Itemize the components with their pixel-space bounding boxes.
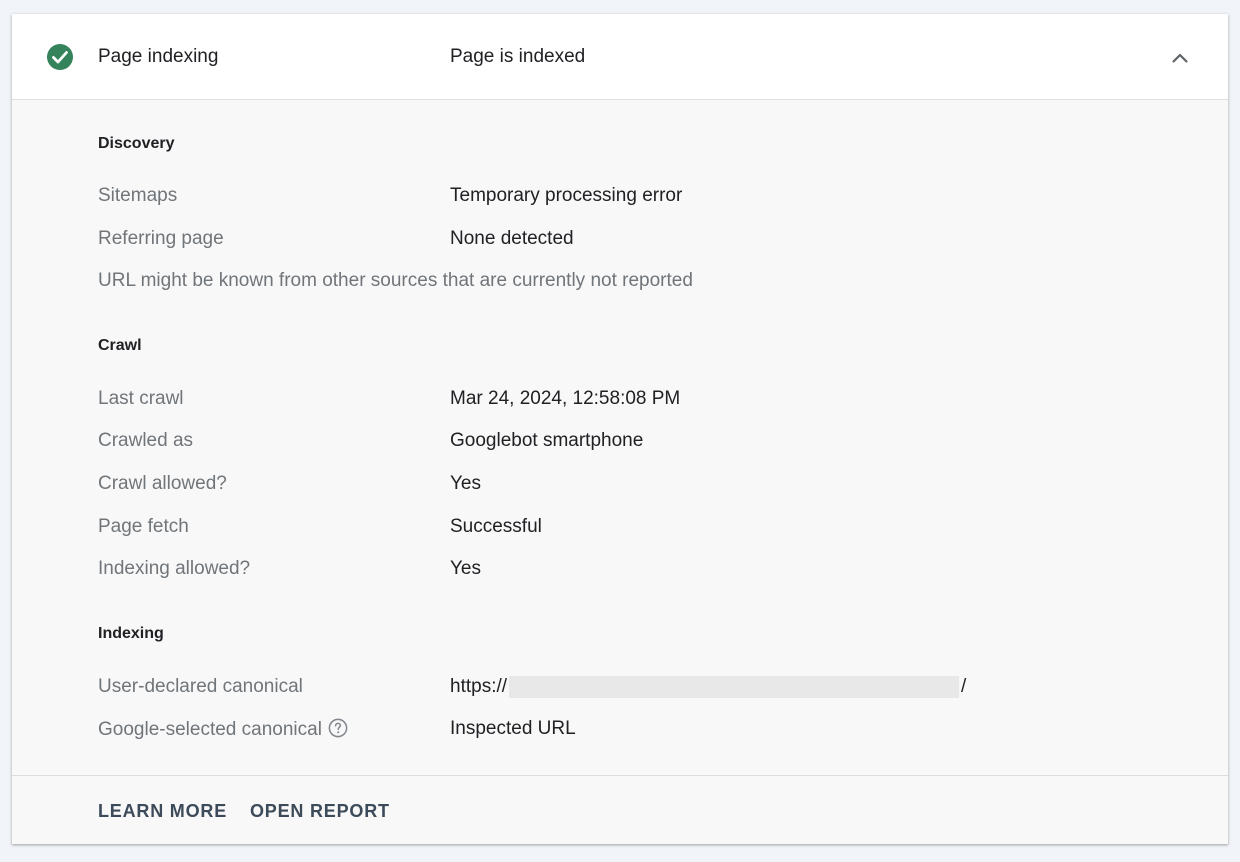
last-crawl-value: Mar 24, 2024, 12:58:08 PM bbox=[450, 388, 681, 409]
section-title-discovery: Discovery bbox=[98, 135, 175, 152]
discovery-note: URL might be known from other sources th… bbox=[98, 270, 693, 291]
chevron-up-icon[interactable] bbox=[1166, 44, 1194, 72]
crawled-as-label: Crawled as bbox=[98, 430, 194, 451]
crawl-allowed-value: Yes bbox=[450, 473, 481, 494]
user-canonical-label: User-declared canonical bbox=[98, 676, 303, 697]
google-canonical-label: Google-selected canonical bbox=[98, 719, 322, 740]
page-fetch-value: Successful bbox=[450, 516, 542, 537]
page-fetch-label: Page fetch bbox=[98, 516, 189, 537]
indexing-allowed-label: Indexing allowed? bbox=[98, 558, 251, 579]
referring-page-label: Referring page bbox=[98, 228, 224, 249]
redacted-url bbox=[509, 676, 960, 698]
check-circle-icon bbox=[47, 44, 73, 70]
indexing-status: Page is indexed bbox=[450, 46, 586, 67]
card-footer: LEARN MORE OPEN REPORT bbox=[12, 775, 1228, 844]
crawled-as-value: Googlebot smartphone bbox=[450, 430, 644, 451]
indexing-allowed-value: Yes bbox=[450, 558, 481, 579]
page-indexing-card: Page indexing Page is indexed Discovery … bbox=[12, 14, 1228, 844]
referring-page-value: None detected bbox=[450, 228, 574, 249]
google-canonical-value: Inspected URL bbox=[450, 718, 576, 739]
learn-more-button[interactable]: LEARN MORE bbox=[98, 800, 227, 822]
user-canonical-suffix: / bbox=[961, 676, 967, 697]
sitemaps-label: Sitemaps bbox=[98, 185, 178, 206]
crawl-allowed-label: Crawl allowed? bbox=[98, 473, 227, 494]
user-canonical-prefix: https:// bbox=[450, 676, 508, 697]
help-circle-icon[interactable] bbox=[328, 718, 348, 738]
last-crawl-label: Last crawl bbox=[98, 388, 184, 409]
card-details: Discovery Sitemaps Temporary processing … bbox=[12, 100, 1228, 775]
sitemaps-value: Temporary processing error bbox=[450, 185, 683, 206]
card-title: Page indexing bbox=[98, 46, 219, 67]
section-title-indexing: Indexing bbox=[98, 625, 164, 642]
section-title-crawl: Crawl bbox=[98, 337, 142, 354]
google-canonical-row-label: Google-selected canonical bbox=[98, 718, 348, 741]
user-canonical-value: https:// / bbox=[450, 676, 966, 698]
open-report-button[interactable]: OPEN REPORT bbox=[250, 800, 390, 822]
card-header[interactable]: Page indexing Page is indexed bbox=[12, 14, 1228, 100]
